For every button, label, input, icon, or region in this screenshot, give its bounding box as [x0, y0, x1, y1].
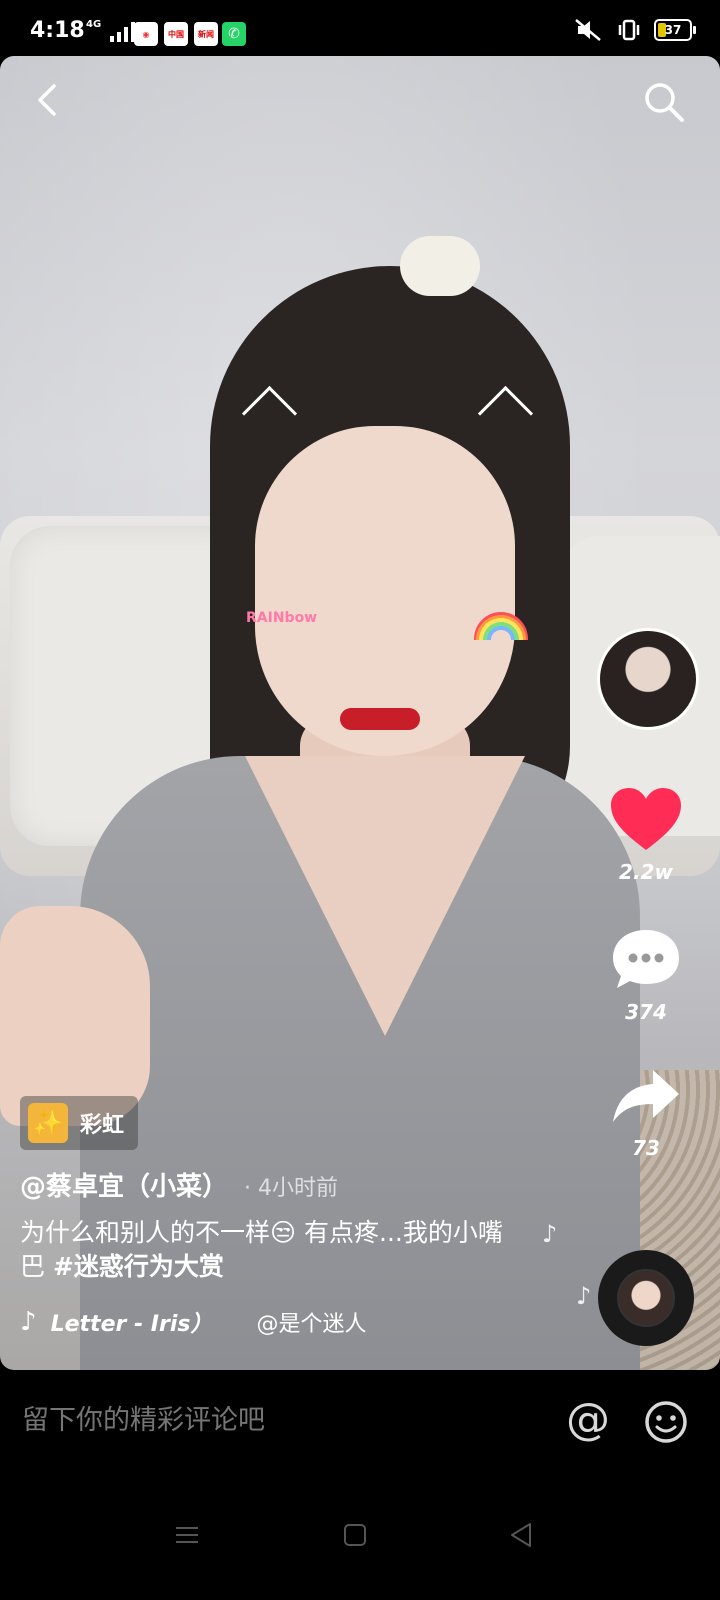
music-note-icon: ♪ [576, 1282, 592, 1310]
music-cover [617, 1269, 675, 1327]
comment-count: 374 [625, 1000, 667, 1024]
search-icon[interactable] [642, 80, 686, 124]
music-note-icon: ♪ [542, 1220, 558, 1248]
qq-browser-icon: ◉ [134, 22, 158, 46]
emoji-icon[interactable] [644, 1400, 688, 1444]
magic-wand-icon: ✨ [28, 1103, 68, 1143]
hair-scrunchie [400, 236, 480, 296]
music-author: @是个迷人 [256, 1312, 367, 1337]
comment-icon [613, 930, 679, 988]
news-app-icon-2: 新闻 [194, 22, 218, 46]
rainbow-text-sticker: RAINbow [246, 610, 318, 626]
post-time: · 4小时前 [244, 1176, 338, 1201]
news-app-icon: 中国 [164, 22, 188, 46]
author-name[interactable]: @蔡卓宜（小菜） [20, 1166, 228, 1203]
hashtag-link[interactable]: #迷惑行为大赏 [53, 1252, 224, 1281]
vibrate-icon [618, 19, 640, 41]
at-mention-icon[interactable]: @ [566, 1394, 610, 1445]
person-hand [0, 906, 150, 1126]
music-line[interactable]: ♪ Letter - Iris） @是个迷人 [20, 1306, 366, 1338]
comment-input[interactable] [20, 1404, 524, 1437]
status-bar: 4:18 4G ◉ 中国 新闻 ✆ 37 [0, 0, 720, 56]
back-button[interactable] [30, 80, 70, 120]
author-line: @蔡卓宜（小菜） · 4小时前 [20, 1166, 338, 1203]
system-nav-bar [0, 1480, 720, 1600]
person-lips [340, 708, 420, 730]
status-right: 37 [574, 18, 696, 42]
music-note-icon: ♪ [20, 1307, 37, 1337]
status-time: 4:18 [30, 18, 85, 43]
effect-tag[interactable]: ✨ 彩虹 [20, 1096, 139, 1150]
like-count: 2.2w [619, 860, 673, 884]
music-title: Letter - Iris） [50, 1312, 213, 1337]
back-nav-icon[interactable] [506, 1520, 536, 1550]
author-avatar[interactable] [597, 628, 699, 730]
mute-vibrate-icon [575, 19, 601, 41]
network-type: 4G [86, 19, 102, 30]
post-caption: 为什么和别人的不一样😒 有点疼...我的小嘴巴 #迷惑行为大赏 [20, 1216, 520, 1284]
music-disc[interactable] [598, 1250, 694, 1346]
signal-icon [110, 20, 135, 42]
video-player[interactable]: RAINbow 2.2w 374 73 ✨ 彩虹 @蔡卓宜（小菜） · 4小时前… [0, 56, 720, 1370]
whatsapp-icon: ✆ [222, 22, 246, 46]
battery-icon: 37 [654, 19, 696, 41]
person-face [255, 426, 515, 756]
home-icon[interactable] [340, 1520, 370, 1550]
effect-label: 彩虹 [80, 1113, 125, 1138]
like-button[interactable]: 2.2w [596, 786, 696, 884]
menu-icon[interactable] [172, 1520, 202, 1550]
share-button[interactable]: 73 [596, 1066, 696, 1160]
comment-button[interactable]: 374 [596, 926, 696, 1024]
share-arrow-icon [613, 1070, 679, 1122]
comment-bar: @ [0, 1370, 720, 1480]
share-count: 73 [632, 1136, 660, 1160]
heart-icon [611, 788, 681, 850]
